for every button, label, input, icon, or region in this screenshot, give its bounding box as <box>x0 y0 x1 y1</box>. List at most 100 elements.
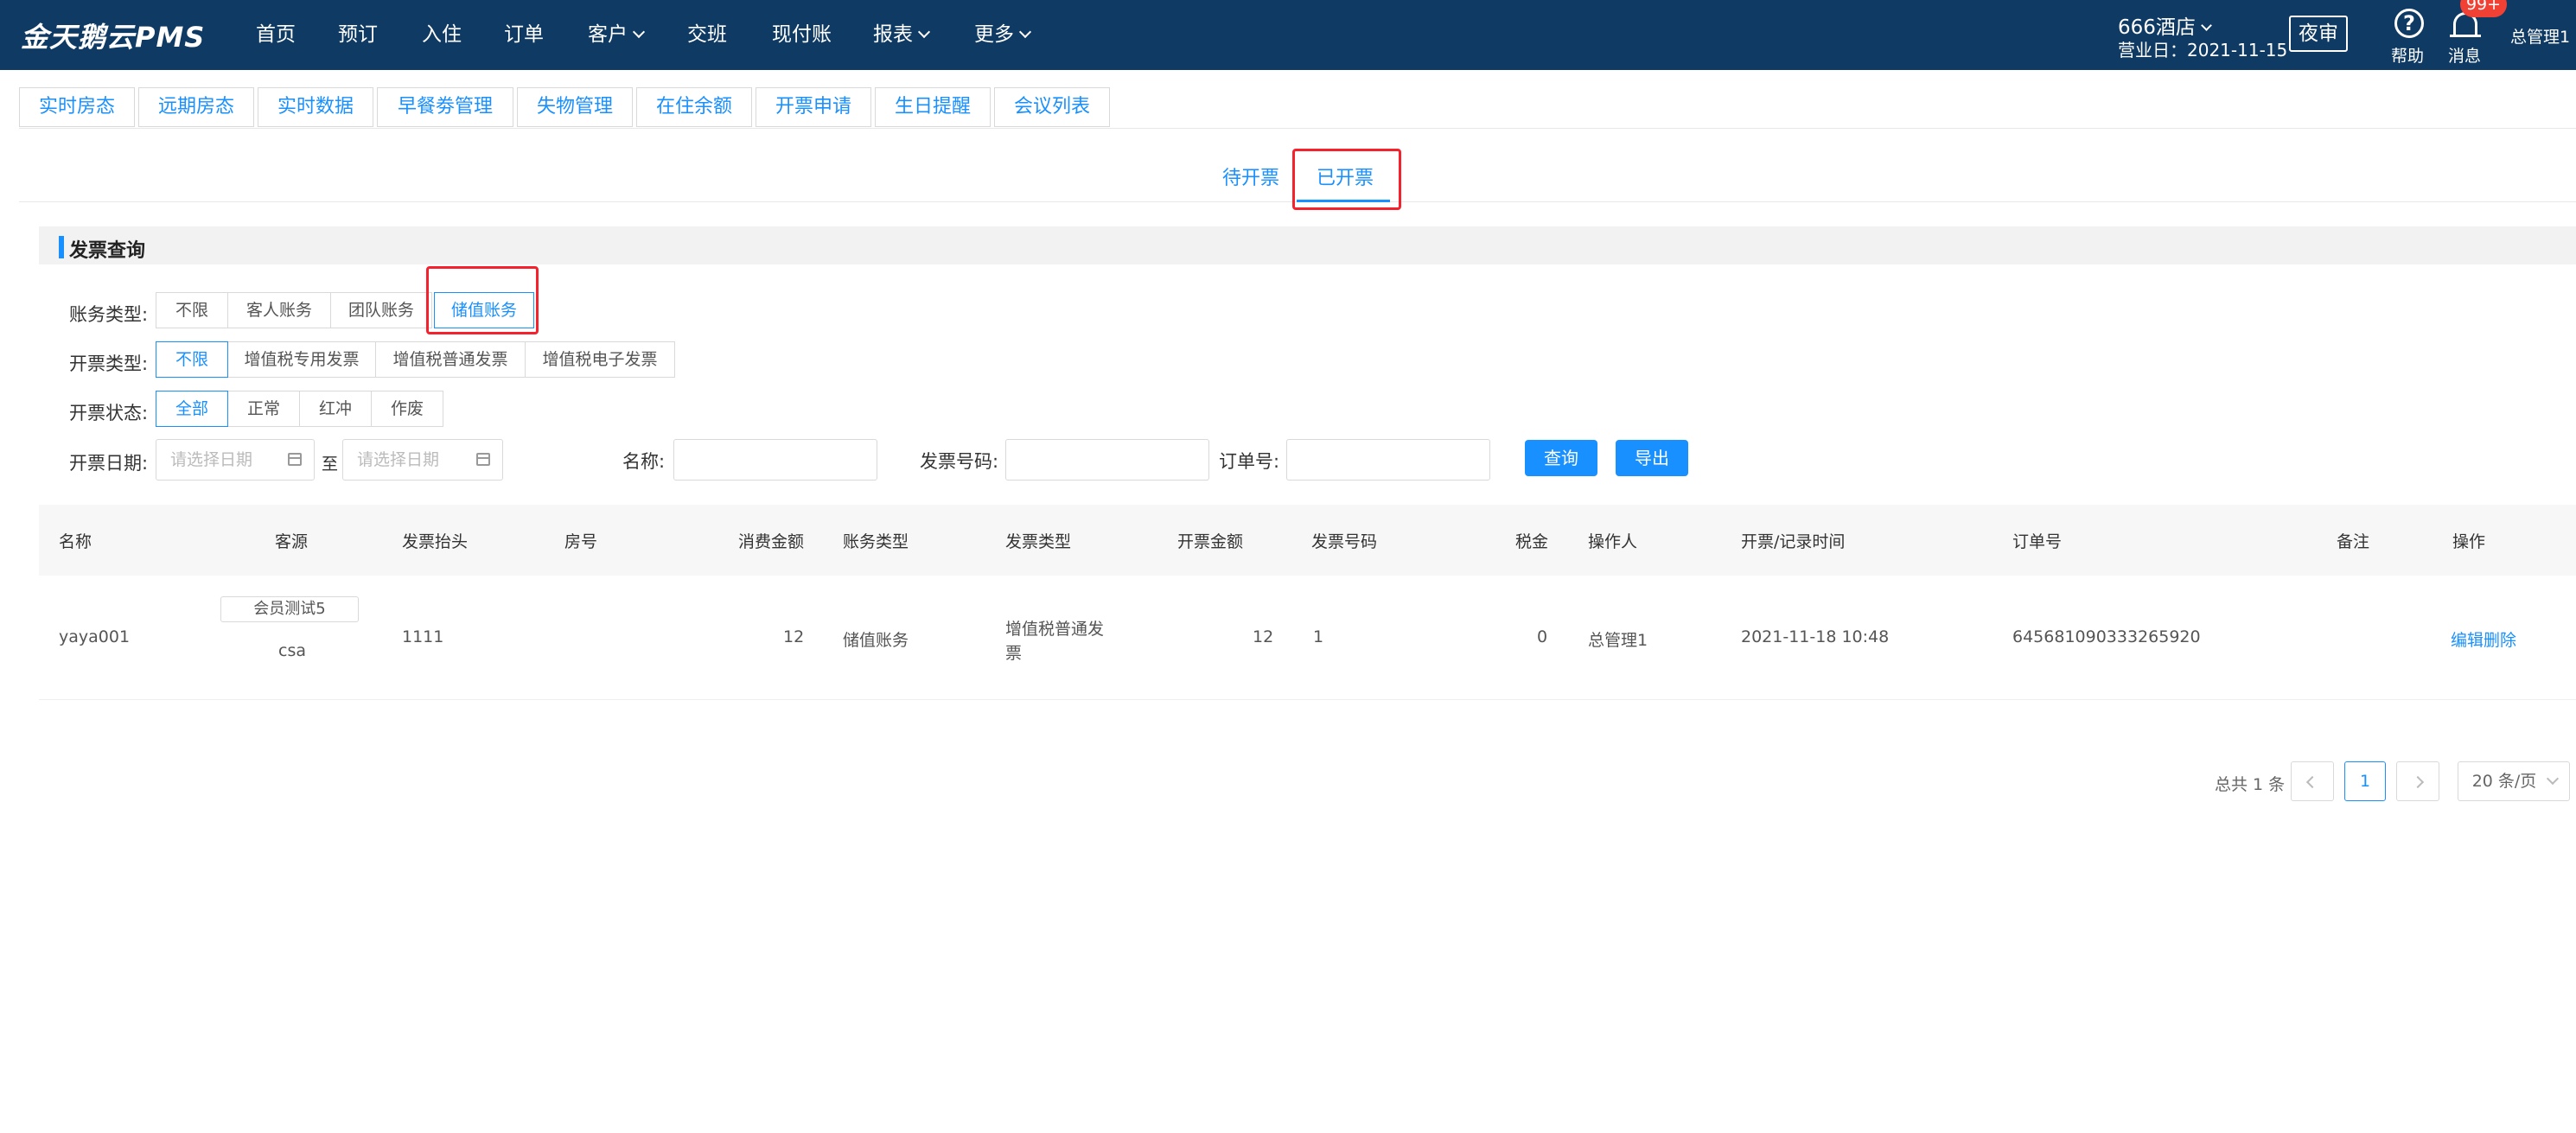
chevron-left-icon <box>2305 775 2319 789</box>
start-date-input[interactable]: 请选择日期 <box>156 439 315 481</box>
account-type-guest[interactable]: 客人账务 <box>227 292 331 328</box>
prev-page-button[interactable] <box>2291 761 2334 801</box>
chevron-down-icon <box>632 25 646 39</box>
night-audit-button[interactable]: 夜审 <box>2289 16 2348 52</box>
business-date: 营业日：2021-11-15 <box>2118 40 2288 60</box>
col-consume-amount: 消费金额 <box>738 532 805 551</box>
section-title: 发票查询 <box>69 240 146 262</box>
calendar-icon <box>288 453 302 466</box>
invoice-no-label: 发票号码: <box>920 451 999 472</box>
chevron-right-icon <box>2411 775 2425 789</box>
invoice-status-normal[interactable]: 正常 <box>227 391 300 427</box>
divider <box>19 128 2576 129</box>
order-no-input[interactable] <box>1286 439 1490 481</box>
pagination-total: 总共 1 条 <box>2215 775 2286 794</box>
next-page-button[interactable] <box>2396 761 2439 801</box>
name-label: 名称: <box>622 451 666 472</box>
account-type-label: 账务类型: <box>69 304 149 325</box>
export-button[interactable]: 导出 <box>1616 440 1688 476</box>
cell-tax: 0 <box>1537 627 1548 646</box>
col-invoice-no: 发票号码 <box>1311 532 1378 551</box>
nav-cash-account[interactable]: 现付账 <box>772 0 832 70</box>
cell-invoice-type-line1: 增值税普通发 <box>1005 620 1105 639</box>
invoice-no-input[interactable] <box>1005 439 1209 481</box>
nav-booking[interactable]: 预订 <box>338 0 378 70</box>
cell-source: csa <box>278 641 306 660</box>
col-operator: 操作人 <box>1588 532 1638 551</box>
cell-invoice-no: 1 <box>1313 627 1324 646</box>
tab-breakfast-coupon[interactable]: 早餐劵管理 <box>377 87 513 127</box>
col-tax: 税金 <box>1515 532 1549 551</box>
col-name: 名称 <box>59 532 92 551</box>
nav-checkin[interactable]: 入住 <box>422 0 462 70</box>
tab-invoice-request[interactable]: 开票申请 <box>756 87 871 127</box>
hotel-selector[interactable]: 666酒店 <box>2118 10 2212 40</box>
cell-time: 2021-11-18 10:48 <box>1741 627 1890 646</box>
user-name[interactable]: 总管理1 <box>2510 24 2570 48</box>
cell-account-type: 储值账务 <box>843 631 909 650</box>
date-range-separator: 至 <box>322 455 339 474</box>
cell-invoice-amount: 12 <box>1253 627 1274 646</box>
col-invoice-title: 发票抬头 <box>402 532 469 551</box>
edit-link[interactable]: 编辑 <box>2451 627 2484 651</box>
chevron-down-icon <box>2201 20 2212 31</box>
invoice-status-all[interactable]: 全部 <box>156 391 228 427</box>
tab-in-house-balance[interactable]: 在住余额 <box>636 87 752 127</box>
col-room: 房号 <box>564 532 598 551</box>
nav-more[interactable]: 更多 <box>974 0 1032 70</box>
divider <box>39 699 2576 700</box>
col-source: 客源 <box>275 532 309 551</box>
account-type-all[interactable]: 不限 <box>156 292 228 328</box>
tab-pending-invoice[interactable]: 待开票 <box>1222 162 1279 190</box>
chevron-down-icon <box>917 25 931 39</box>
cell-name: yaya001 <box>59 627 131 646</box>
cell-order-no: 645681090333265920 <box>2012 627 2201 646</box>
account-type-group[interactable]: 团队账务 <box>330 292 432 328</box>
tab-realtime-data[interactable]: 实时数据 <box>258 87 373 127</box>
tab-meeting-list[interactable]: 会议列表 <box>994 87 1110 127</box>
tab-lost-found[interactable]: 失物管理 <box>517 87 633 127</box>
page-size-select[interactable]: 20 条/页 <box>2458 761 2570 801</box>
cell-invoice-title: 1111 <box>402 627 444 646</box>
nav-reports[interactable]: 报表 <box>873 0 931 70</box>
col-remark: 备注 <box>2337 532 2370 551</box>
invoice-date-label: 开票日期: <box>69 453 149 474</box>
nav-home[interactable]: 首页 <box>256 0 296 70</box>
name-input[interactable] <box>673 439 877 481</box>
calendar-icon <box>476 453 490 466</box>
invoice-type-label: 开票类型: <box>69 353 149 374</box>
help-label[interactable]: 帮助 <box>2391 43 2424 67</box>
delete-link[interactable]: 删除 <box>2484 627 2516 651</box>
highlight-box <box>1292 149 1401 210</box>
invoice-status-red[interactable]: 红冲 <box>299 391 372 427</box>
invoice-type-vat-electronic[interactable]: 增值税电子发票 <box>525 341 675 378</box>
nav-orders[interactable]: 订单 <box>504 0 544 70</box>
col-invoice-amount: 开票金额 <box>1177 532 1244 551</box>
invoice-type-vat-normal[interactable]: 增值税普通发票 <box>375 341 526 378</box>
message-badge: 99+ <box>2460 0 2507 17</box>
help-icon[interactable]: ? <box>2394 9 2424 38</box>
tab-future-room[interactable]: 远期房态 <box>138 87 254 127</box>
nav-customers[interactable]: 客户 <box>588 0 646 70</box>
col-order-no: 订单号 <box>2012 532 2063 551</box>
tab-birthday-reminder[interactable]: 生日提醒 <box>875 87 991 127</box>
cell-consume-amount: 12 <box>783 627 805 646</box>
invoice-status-void[interactable]: 作废 <box>371 391 443 427</box>
section-accent-bar <box>59 236 64 258</box>
cell-invoice-type-line2: 票 <box>1005 644 1023 663</box>
section-header <box>39 226 2576 264</box>
account-type-stored-value[interactable]: 储值账务 <box>434 292 534 328</box>
invoice-type-all[interactable]: 不限 <box>156 341 228 378</box>
messages-label[interactable]: 消息 <box>2448 43 2481 67</box>
tab-realtime-room[interactable]: 实时房态 <box>19 87 135 127</box>
chevron-down-icon <box>1018 25 1032 39</box>
page-1-button[interactable]: 1 <box>2344 761 2386 801</box>
query-button[interactable]: 查询 <box>1525 440 1597 476</box>
end-date-input[interactable]: 请选择日期 <box>342 439 503 481</box>
invoice-type-vat-special[interactable]: 增值税专用发票 <box>227 341 376 378</box>
app-logo: 金天鹅云PMS <box>21 21 206 54</box>
col-actions: 操作 <box>2452 532 2486 551</box>
invoice-status-label: 开票状态: <box>69 403 149 423</box>
cell-operator: 总管理1 <box>1588 631 1648 650</box>
nav-shift[interactable]: 交班 <box>687 0 727 70</box>
